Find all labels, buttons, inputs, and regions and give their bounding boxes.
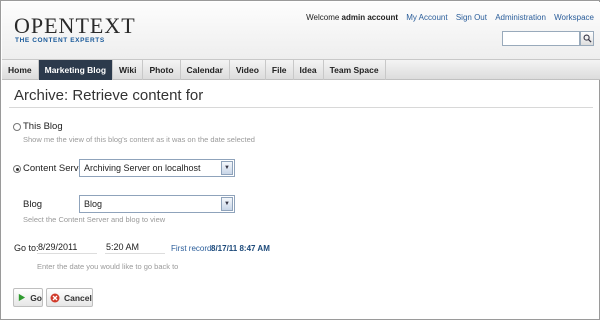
- tab-team-space[interactable]: Team Space: [324, 60, 386, 80]
- blog-select[interactable]: Blog ▼: [79, 195, 235, 213]
- sign-out-link[interactable]: Sign Out: [456, 13, 487, 22]
- goto-label: Go to:: [14, 243, 39, 253]
- search-icon: [583, 34, 592, 43]
- tab-file[interactable]: File: [266, 60, 294, 80]
- administration-link[interactable]: Administration: [495, 13, 546, 22]
- app-window: OPENTEXT THE CONTENT EXPERTS Welcome adm…: [0, 0, 600, 320]
- blog-hint: Select the Content Server and blog to vi…: [23, 215, 166, 224]
- date-hint: Enter the date you would like to go back…: [37, 262, 179, 271]
- my-account-link[interactable]: My Account: [406, 13, 447, 22]
- user-name: admin account: [341, 13, 398, 22]
- content-server-select[interactable]: Archiving Server on localhost ▼: [79, 159, 235, 177]
- tab-idea[interactable]: Idea: [294, 60, 324, 80]
- tab-photo[interactable]: Photo: [143, 60, 181, 80]
- search-input[interactable]: [502, 31, 580, 46]
- play-icon: [17, 293, 26, 303]
- content-server-radio[interactable]: [13, 165, 21, 173]
- tab-wiki[interactable]: Wiki: [113, 60, 144, 80]
- go-button-label: Go: [30, 292, 42, 303]
- tab-home[interactable]: Home: [2, 60, 39, 80]
- content-server-value: Archiving Server on localhost: [84, 163, 201, 173]
- blog-label: Blog: [23, 199, 43, 210]
- welcome-label: Welcome: [306, 13, 340, 22]
- main-nav: Home Marketing Blog Wiki Photo Calendar …: [2, 59, 600, 80]
- chevron-down-icon: ▼: [221, 161, 233, 175]
- workspace-link[interactable]: Workspace: [554, 13, 594, 22]
- date-field[interactable]: 8/29/2011: [37, 240, 97, 254]
- tab-calendar[interactable]: Calendar: [181, 60, 230, 80]
- top-links: Welcome admin account My Account Sign Ou…: [300, 13, 594, 22]
- this-blog-hint: Show me the view of this blog's content …: [23, 135, 255, 144]
- blog-value: Blog: [84, 199, 103, 209]
- header: OPENTEXT THE CONTENT EXPERTS Welcome adm…: [2, 2, 600, 59]
- content-server-label: Content Server: [23, 163, 87, 174]
- search-button[interactable]: [580, 31, 594, 46]
- this-blog-label: This Blog: [23, 121, 63, 132]
- divider: [9, 107, 593, 108]
- cancel-button-label: Cancel: [64, 292, 92, 303]
- page-title: Archive: Retrieve content for: [14, 87, 204, 104]
- first-record-label: First record:: [171, 244, 214, 253]
- tab-video[interactable]: Video: [230, 60, 266, 80]
- logo-tagline: THE CONTENT EXPERTS: [15, 37, 105, 44]
- time-field[interactable]: 5:20 AM: [105, 240, 165, 254]
- go-button[interactable]: Go: [13, 288, 43, 307]
- cancel-button[interactable]: Cancel: [46, 288, 93, 307]
- this-blog-radio[interactable]: [13, 123, 21, 131]
- first-record-value: 8/17/11 8:47 AM: [211, 244, 270, 253]
- chevron-down-icon: ▼: [221, 197, 233, 211]
- logo: OPENTEXT: [14, 13, 136, 38]
- cancel-icon: [50, 293, 60, 303]
- tab-marketing-blog[interactable]: Marketing Blog: [38, 60, 114, 80]
